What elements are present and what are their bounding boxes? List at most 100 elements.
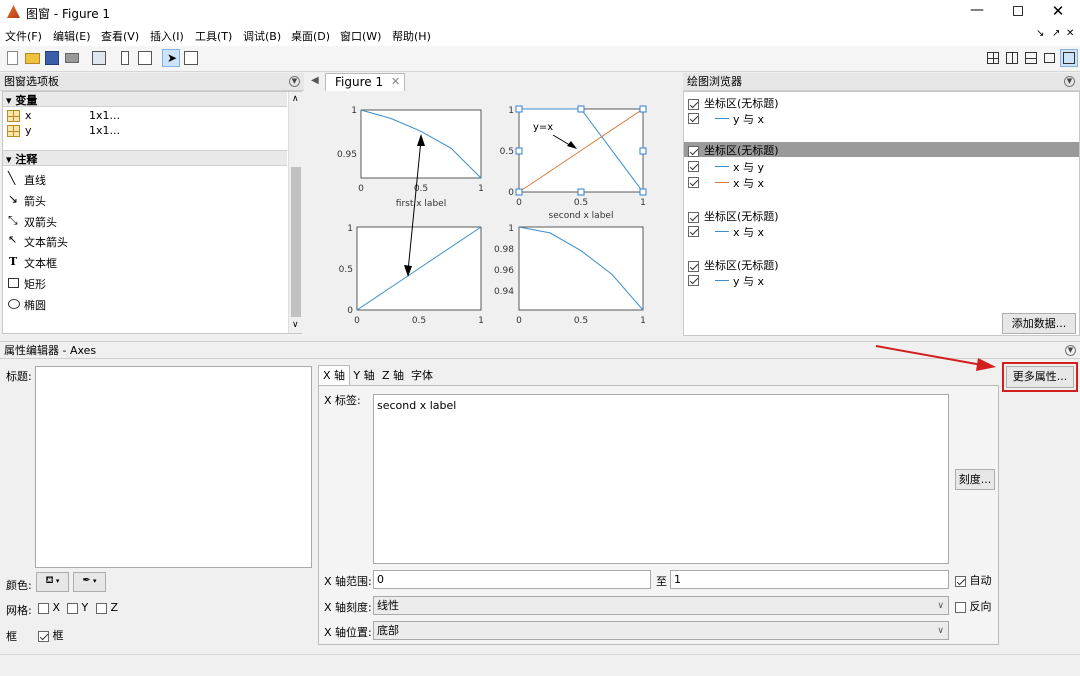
selection-handle[interactable] [639,147,647,155]
menu-insert[interactable]: 插入(I) [150,28,184,44]
face-color-button[interactable]: ⛾ ▾ [36,572,69,592]
save-icon[interactable] [43,49,61,67]
dock-icon[interactable]: ↗ [1052,28,1060,39]
menu-view[interactable]: 查看(V) [101,28,139,44]
x-scale-select[interactable]: 线性 ∨ [373,596,949,615]
hide-plot-tools-icon[interactable] [116,49,134,67]
minimize-button[interactable]: — [962,3,992,20]
maximize-layout-icon[interactable] [1060,49,1078,67]
box-checkbox[interactable]: 框 [38,627,64,643]
grid-z-checkbox[interactable]: Z [96,601,118,614]
tab-z-axis[interactable]: Z 轴 [379,368,407,385]
print-icon[interactable] [63,49,81,67]
annotation-textbox[interactable]: T 文本框 [8,255,208,271]
edge-color-button[interactable]: ✒ ▾ [73,572,106,592]
selection-handle[interactable] [577,188,585,196]
palette-collapse-icon[interactable]: ▼ [289,76,300,87]
scroll-down-icon[interactable]: ∨ [292,320,299,330]
tile-grid-icon[interactable] [984,49,1002,67]
visibility-checkbox[interactable] [688,98,699,110]
selection-handle[interactable] [639,188,647,196]
edit-plot-arrow-icon[interactable]: ➤ [162,49,180,67]
annotation-text-arrow[interactable]: ↖ 文本箭头 [8,233,208,250]
visibility-checkbox[interactable] [688,145,699,157]
selection-handle[interactable] [515,105,523,113]
reverse-checkbox[interactable]: 反向 [955,598,992,614]
plot-browser-item[interactable]: y 与 x [688,111,1078,126]
plot-browser-group-selected[interactable]: 坐标区(无标题) [684,142,1079,157]
axes-1[interactable]: 0 0.5 1 1 0.95 first x label [337,106,484,209]
grid-y-checkbox[interactable]: Y [67,601,88,614]
menu-desktop[interactable]: 桌面(D) [291,28,330,44]
insert-legend-icon[interactable] [136,49,154,67]
plot-browser-group[interactable]: 坐标区(无标题) [688,257,1078,272]
tab-font[interactable]: 字体 [408,368,436,385]
tab-figure-1[interactable]: Figure 1 ✕ [325,73,405,91]
x-range-max-input[interactable]: 1 [670,570,949,589]
ticks-button[interactable]: 刻度... [955,469,995,490]
x-range-min-input[interactable]: 0 [373,570,651,589]
plot-browser-item[interactable]: x 与 y [688,159,1078,174]
figure-canvas[interactable]: 0 0.5 1 1 0.95 first x label 0 0.5 1 1 0… [311,91,681,334]
text-arrow-annotation[interactable]: y=x [533,122,553,133]
annotation-ellipse[interactable]: 椭圆 [8,297,208,313]
grid-x-checkbox[interactable]: X [38,601,60,614]
menu-help[interactable]: 帮助(H) [392,28,431,44]
palette-scrollbar[interactable]: ∧ ∨ [288,92,302,333]
scroll-up-icon[interactable]: ∧ [292,94,299,104]
add-data-button[interactable]: 添加数据... [1002,313,1076,334]
tile-rows-icon[interactable] [1022,49,1040,67]
menu-edit[interactable]: 编辑(E) [53,28,91,44]
property-editor-collapse-icon[interactable]: ▼ [1065,345,1076,356]
undock-icon[interactable]: ↘ [1036,28,1044,39]
new-file-icon[interactable] [3,49,21,67]
menu-tools[interactable]: 工具(T) [195,28,232,44]
selection-handle[interactable] [639,105,647,113]
plot-browser-item[interactable]: y 与 x [688,273,1078,288]
annotation-rectangle[interactable]: 矩形 [8,276,208,292]
more-properties-button[interactable]: 更多属性... [1006,366,1074,388]
visibility-checkbox[interactable] [688,225,699,237]
tab-close-icon[interactable]: ✕ [391,74,400,90]
title-textarea[interactable] [35,366,312,568]
open-folder-icon[interactable] [23,49,41,67]
annotation-double-arrow[interactable]: ⤡ 双箭头 [8,213,208,230]
close-button[interactable]: ✕ [1048,2,1068,20]
menu-window[interactable]: 窗口(W) [340,28,381,44]
visibility-checkbox[interactable] [688,260,699,272]
auto-checkbox[interactable]: 自动 [955,572,992,588]
visibility-checkbox[interactable] [688,112,699,124]
visibility-checkbox[interactable] [688,160,699,172]
link-plot-icon[interactable] [90,49,108,67]
axes-4[interactable]: 0 0.5 1 1 0.98 0.96 0.94 [494,224,646,326]
visibility-checkbox[interactable] [688,274,699,286]
plot-browser-collapse-icon[interactable]: ▼ [1064,76,1075,87]
x-label-textarea[interactable]: second x label [373,394,949,564]
close-figure-icon[interactable]: ✕ [1066,28,1074,39]
plot-browser-item[interactable]: x 与 x [688,224,1078,239]
selection-handle[interactable] [577,105,585,113]
annotation-line[interactable]: ╲ 直线 [8,171,208,188]
scroll-thumb[interactable] [291,167,301,317]
variable-row[interactable]: y 1x1... [7,124,287,138]
maximize-button[interactable] [1008,4,1028,20]
menu-debug[interactable]: 调试(B) [243,28,281,44]
variables-section-header[interactable]: ▾ 变量 [3,92,287,107]
x-location-select[interactable]: 底部 ∨ [373,621,949,640]
menu-file[interactable]: 文件(F) [5,28,42,44]
plot-browser-group[interactable]: 坐标区(无标题) [688,208,1078,223]
plot-browser-group[interactable]: 坐标区(无标题) [688,95,1078,110]
tab-y-axis[interactable]: Y 轴 [350,368,378,385]
selection-handle[interactable] [515,188,523,196]
tab-x-axis[interactable]: X 轴 [318,365,350,386]
show-plot-tools-icon[interactable] [182,49,200,67]
axes-2[interactable]: 0 0.5 1 1 0.5 0 second x label y=x [500,105,647,221]
selection-handle[interactable] [515,147,523,155]
tab-scroll-left-icon[interactable]: ◀ [311,75,319,86]
float-window-icon[interactable] [1041,49,1059,67]
annotation-arrow[interactable]: ↘ 箭头 [8,192,208,209]
variable-row[interactable]: x 1x1... [7,109,287,123]
visibility-checkbox[interactable] [688,176,699,188]
plot-browser-item[interactable]: x 与 x [688,175,1078,190]
annotations-section-header[interactable]: ▾ 注释 [3,150,287,166]
